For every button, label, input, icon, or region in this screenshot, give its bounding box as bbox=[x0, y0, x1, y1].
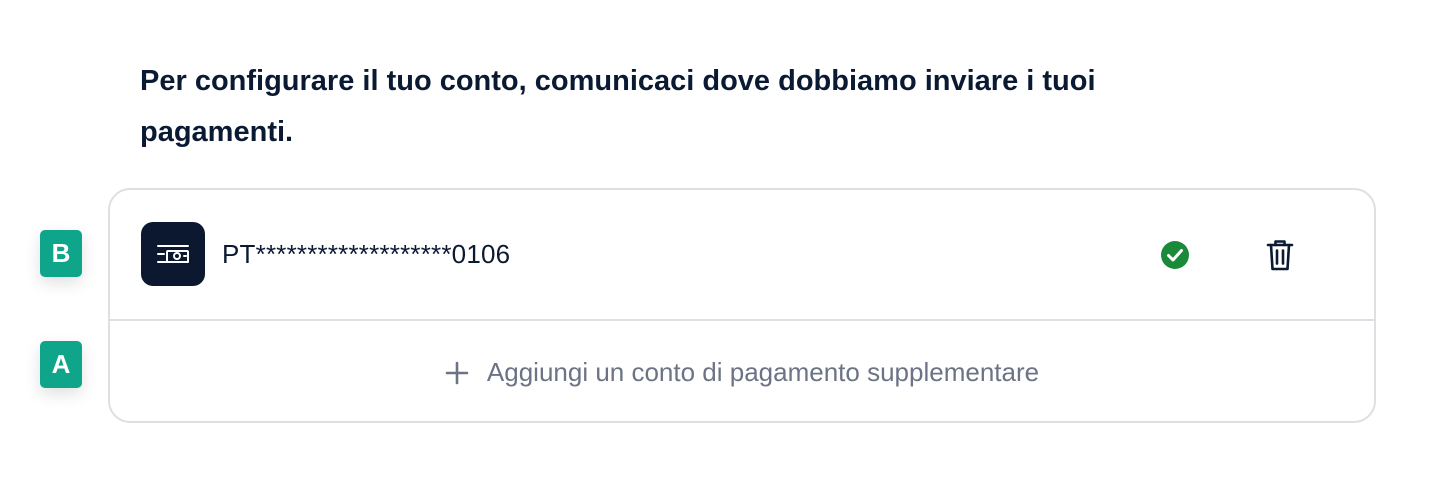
trash-icon bbox=[1266, 240, 1294, 271]
account-number: PT*******************0106 bbox=[222, 239, 511, 269]
plus-icon bbox=[445, 361, 469, 385]
payment-accounts-card: PT*******************0106 Aggiungi un co… bbox=[108, 188, 1376, 423]
delete-account-button[interactable] bbox=[1265, 238, 1295, 272]
bank-transfer-icon bbox=[141, 222, 205, 286]
marker-badge-a: A bbox=[40, 341, 82, 388]
add-payment-account-button[interactable]: Aggiungi un conto di pagamento supplemen… bbox=[110, 321, 1374, 423]
check-circle-icon bbox=[1160, 240, 1190, 270]
add-account-label: Aggiungi un conto di pagamento supplemen… bbox=[486, 357, 1040, 387]
payment-account-row: PT*******************0106 bbox=[110, 190, 1374, 320]
marker-badge-b: B bbox=[40, 230, 82, 277]
page-heading: Per configurare il tuo conto, comunicaci… bbox=[140, 65, 1096, 148]
